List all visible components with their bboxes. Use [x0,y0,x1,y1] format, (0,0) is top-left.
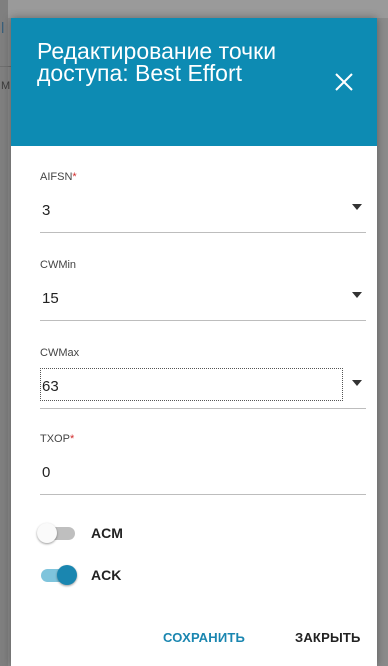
acm-toggle[interactable]: ACM [37,520,237,546]
ack-toggle[interactable]: ACK [37,562,237,588]
txop-field: TXOP* 0 [40,432,366,495]
save-button[interactable]: СОХРАНИТЬ [163,630,245,645]
cwmin-field: CWMin 15 [40,258,366,321]
cwmax-field: CWMax 63 [40,346,366,409]
background-left-strip [0,0,8,666]
cwmax-select[interactable]: 63 [40,368,366,409]
focus-outline [40,368,343,401]
toggle-thumb [57,565,77,585]
aifsn-label: AIFSN* [40,171,77,183]
background-glyph: l [1,20,5,37]
ack-label: ACK [91,567,122,583]
close-icon [335,73,353,91]
dialog-header: Редактирование точки доступа: Best Effor… [11,18,377,146]
txop-label: TXOP* [40,433,75,445]
aifsn-value: 3 [42,202,51,219]
close-button[interactable] [333,71,355,93]
txop-input[interactable]: 0 [40,460,366,495]
close-dialog-button[interactable]: ЗАКРЫТЬ [295,630,361,645]
aifsn-select[interactable]: 3 [40,198,366,233]
cwmax-label: CWMax [40,347,80,359]
required-mark: * [69,433,75,445]
dropdown-arrow-icon [352,380,362,386]
dropdown-arrow-icon [352,292,362,298]
dropdown-arrow-icon [352,204,362,210]
txop-value: 0 [42,464,51,481]
edit-access-point-dialog: Редактирование точки доступа: Best Effor… [11,18,377,666]
cwmin-value: 15 [42,290,59,307]
acm-label: ACM [91,525,123,541]
cwmin-select[interactable]: 15 [40,286,366,321]
aifsn-field: AIFSN* 3 [40,170,366,233]
background-top-bar [0,0,388,18]
required-mark: * [72,171,77,183]
cwmin-label: CWMin [40,259,77,271]
cwmax-value: 63 [42,378,59,395]
dialog-title: Редактирование точки доступа: Best Effor… [37,38,277,86]
background-glyph: M [1,80,11,92]
toggle-thumb [37,523,57,543]
